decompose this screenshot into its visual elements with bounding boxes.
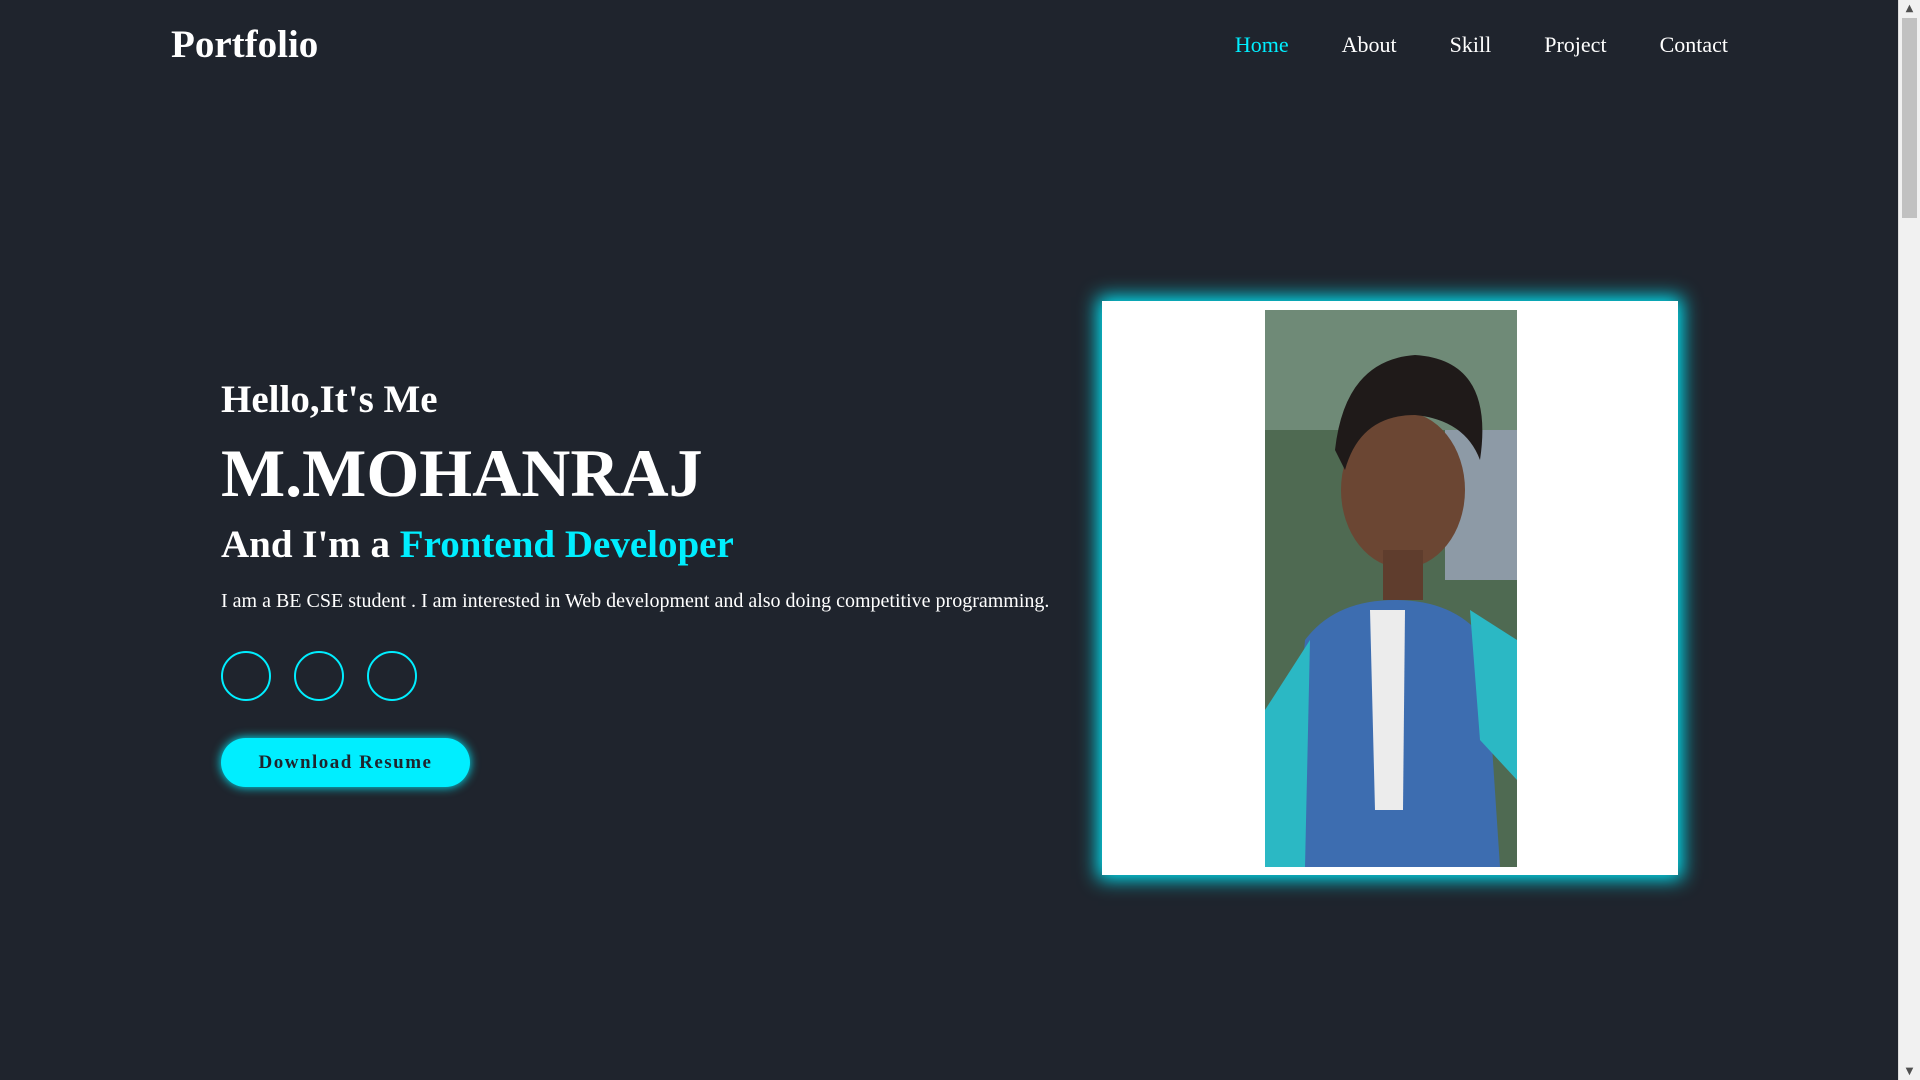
hero-description: I am a BE CSE student . I am interested …	[221, 590, 1050, 612]
nav-skill[interactable]: Skill	[1450, 32, 1492, 58]
role-heading: And I'm a Frontend Developer	[221, 525, 1101, 564]
download-resume-button[interactable]: Download Resume	[221, 738, 470, 787]
main-nav: Home About Skill Project Contact	[1182, 32, 1728, 58]
role-prefix: And I'm a	[221, 523, 400, 566]
hero-name: M.MOHANRAJ	[221, 435, 703, 511]
scrollbar[interactable]: ▲ ▼	[1898, 0, 1920, 1080]
social-icon-1[interactable]	[221, 651, 271, 701]
nav-about[interactable]: About	[1342, 32, 1397, 58]
hero-section: Hello,It's Me M.MOHANRAJ And I'm a Front…	[221, 380, 1101, 787]
profile-photo	[1265, 310, 1517, 867]
social-icon-2[interactable]	[294, 651, 344, 701]
role-highlight: Frontend Developer	[399, 523, 734, 566]
scroll-down-arrow-icon[interactable]: ▼	[1899, 1063, 1920, 1080]
nav-project[interactable]: Project	[1544, 32, 1606, 58]
social-icon-3[interactable]	[367, 651, 417, 701]
profile-photo-image	[1265, 310, 1517, 867]
nav-home[interactable]: Home	[1235, 32, 1289, 58]
greeting: Hello,It's Me	[221, 378, 438, 421]
logo[interactable]: Portfolio	[171, 22, 318, 67]
nav-contact[interactable]: Contact	[1660, 32, 1728, 58]
scroll-up-arrow-icon[interactable]: ▲	[1899, 0, 1920, 17]
scrollbar-thumb[interactable]	[1902, 18, 1917, 218]
social-links	[221, 651, 1101, 701]
header: Portfolio Home About Skill Project Conta…	[0, 0, 1898, 92]
profile-photo-frame	[1102, 301, 1678, 875]
